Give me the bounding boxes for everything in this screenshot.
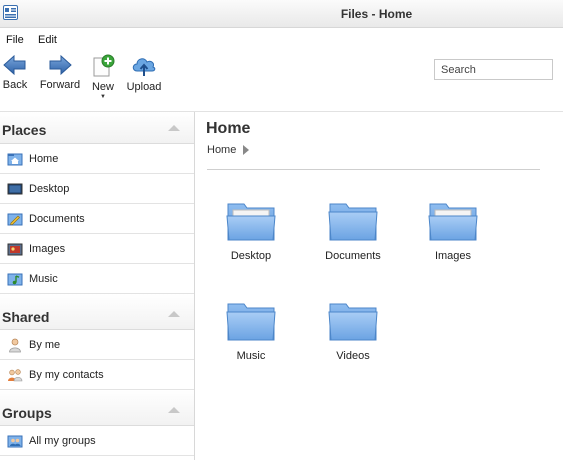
sidebar-item-home[interactable]: Home <box>0 144 194 174</box>
folder-label: Videos <box>336 350 370 362</box>
new-button[interactable]: New ▼ <box>90 54 116 100</box>
sidebar-item-label: Desktop <box>29 183 70 195</box>
folder-images[interactable]: Images <box>413 200 493 262</box>
sidebar-item-label: By me <box>29 339 61 351</box>
contacts-icon <box>8 369 23 382</box>
folder-icon <box>328 303 378 341</box>
collapse-icon[interactable] <box>168 125 180 131</box>
folder-music[interactable]: Music <box>211 300 291 362</box>
menu-file[interactable]: File <box>6 34 24 46</box>
folder-icon <box>226 303 276 341</box>
menu-bar: File Edit <box>0 28 563 50</box>
images-icon <box>7 243 23 256</box>
arrow-right-icon <box>49 54 72 76</box>
sidebar-item-by-my-contacts[interactable]: By my contacts <box>0 360 194 390</box>
collapse-icon[interactable] <box>168 311 180 317</box>
folder-documents[interactable]: Documents <box>313 200 393 262</box>
sidebar-item-label: Home <box>29 153 59 165</box>
upload-button[interactable]: Upload <box>126 54 162 93</box>
chevron-down-icon[interactable]: ▼ <box>90 94 116 100</box>
main-content: Home Home Desktop Documents Images Music… <box>196 112 563 460</box>
groups-icon <box>7 435 23 448</box>
divider <box>207 169 540 170</box>
folder-icon <box>328 203 378 241</box>
sidebar-item-label: All my groups <box>29 435 96 447</box>
music-icon <box>7 273 23 286</box>
forward-label: Forward <box>39 79 81 91</box>
sidebar-item-images[interactable]: Images <box>0 234 194 264</box>
user-icon <box>9 338 21 353</box>
folder-icon <box>428 203 478 241</box>
places-header[interactable]: Places <box>0 112 194 144</box>
folder-videos[interactable]: Videos <box>313 300 393 362</box>
back-label: Back <box>2 79 28 91</box>
collapse-icon[interactable] <box>168 407 180 413</box>
breadcrumb-arrow-icon <box>243 145 249 155</box>
toolbar: Back Forward New ▼ Upload <box>0 50 563 112</box>
folder-label: Desktop <box>230 250 272 262</box>
desktop-icon <box>7 183 23 195</box>
sidebar-item-desktop[interactable]: Desktop <box>0 174 194 204</box>
folder-desktop[interactable]: Desktop <box>211 200 291 262</box>
documents-icon <box>7 213 23 226</box>
sidebar-item-music[interactable]: Music <box>0 264 194 294</box>
groups-header[interactable]: Groups <box>0 390 194 426</box>
sidebar-item-all-my-groups[interactable]: All my groups <box>0 426 194 456</box>
back-button[interactable]: Back <box>2 54 28 91</box>
folder-label: Music <box>236 350 266 362</box>
upload-label: Upload <box>126 81 162 93</box>
shared-header[interactable]: Shared <box>0 294 194 330</box>
places-title: Places <box>2 122 47 138</box>
window-title: Files - Home <box>340 7 413 21</box>
shared-title: Shared <box>2 309 50 325</box>
folder-icon <box>226 203 276 241</box>
folder-label: Documents <box>325 250 381 262</box>
title-bar: Files - Home <box>0 0 563 28</box>
sidebar-item-by-me[interactable]: By me <box>0 330 194 360</box>
forward-button[interactable]: Forward <box>38 54 82 91</box>
page-title: Home <box>206 120 251 137</box>
home-folder-icon <box>7 153 23 166</box>
cloud-upload-icon <box>132 58 156 76</box>
sidebar: Places Home Desktop Documents Images Mus… <box>0 112 195 460</box>
breadcrumb-home[interactable]: Home <box>207 144 236 156</box>
sidebar-item-label: By my contacts <box>29 369 104 381</box>
sidebar-item-documents[interactable]: Documents <box>0 204 194 234</box>
sidebar-item-label: Images <box>29 243 66 255</box>
new-document-icon <box>93 54 115 77</box>
groups-title: Groups <box>2 405 52 421</box>
sidebar-item-label: Documents <box>29 213 85 225</box>
sidebar-item-label: Music <box>29 273 58 285</box>
search-input[interactable] <box>434 59 553 80</box>
menu-edit[interactable]: Edit <box>38 34 57 46</box>
new-label: New <box>91 81 114 93</box>
arrow-left-icon <box>3 54 26 76</box>
folder-label: Images <box>434 250 472 262</box>
